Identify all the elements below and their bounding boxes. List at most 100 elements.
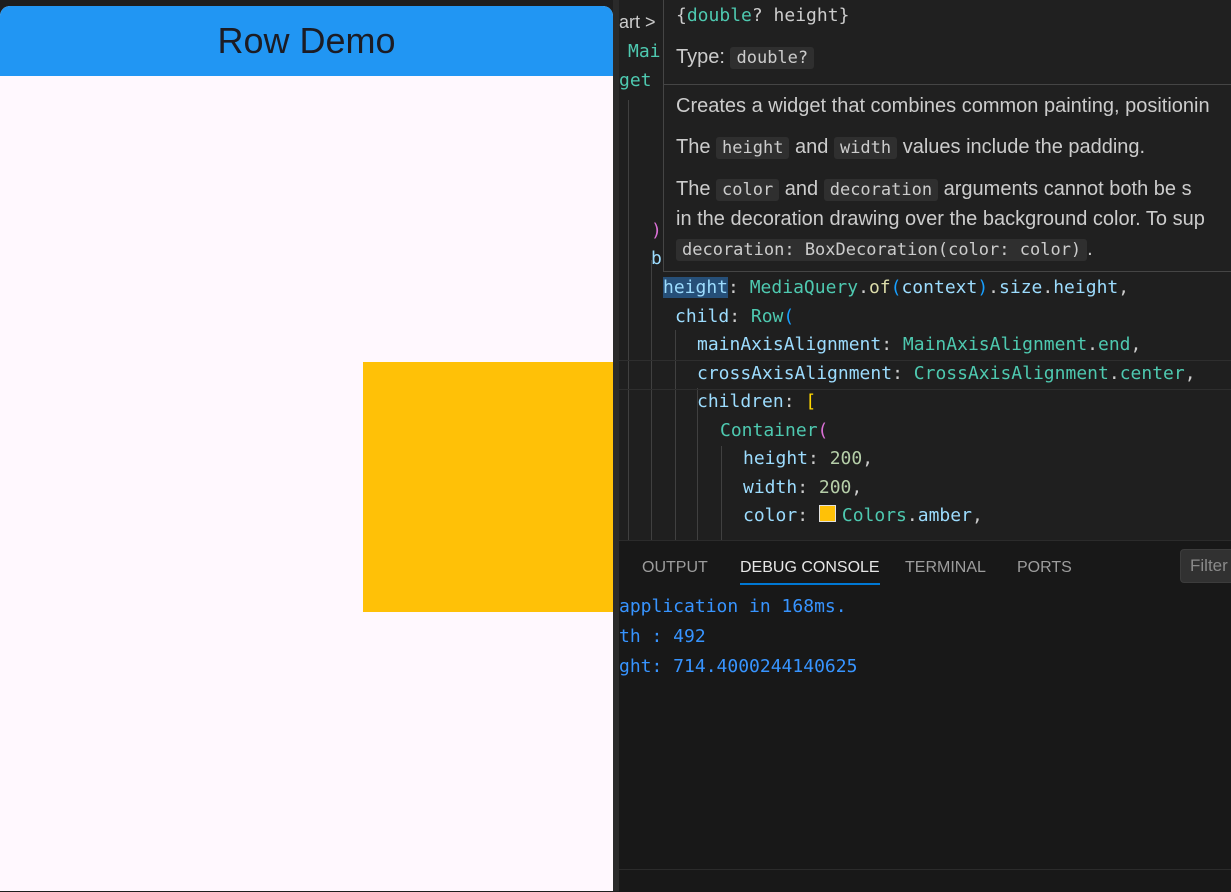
code-token: color — [743, 505, 798, 526]
code-token: ) — [977, 277, 989, 298]
code-token: . — [906, 505, 918, 526]
code-token: , — [1184, 363, 1196, 384]
code-token: MainAxisAlignment — [902, 334, 1088, 355]
bottom-panel: OUTPUT DEBUG CONSOLE TERMINAL PORTS Filt… — [619, 540, 1231, 892]
tab-ports[interactable]: PORTS — [1017, 553, 1072, 583]
hover-desc-4: in the decoration drawing over the backg… — [676, 208, 1205, 230]
hover-desc-2: The height and width values include the … — [676, 132, 1145, 163]
hover-type-line: Type: double? — [676, 42, 815, 73]
desc-code: height — [716, 137, 790, 159]
signature-type: double — [686, 5, 752, 26]
code-token: Row — [750, 306, 784, 327]
console-line: application in 168ms. — [619, 596, 847, 617]
code-token: ( — [817, 420, 829, 441]
code-line-container-color: color: Colors.amber, — [743, 502, 983, 530]
emulator-screen: Row Demo — [0, 6, 613, 891]
code-line-partial: b — [651, 248, 662, 269]
code-line-cross-axis: crossAxisAlignment: CrossAxisAlignment.c… — [697, 360, 1196, 388]
code-line-container-height: height: 200, — [743, 445, 873, 473]
filter-input[interactable]: Filter — [1180, 549, 1231, 583]
code-line-container: Container( — [720, 417, 828, 445]
hover-divider — [664, 84, 1231, 85]
code-token: MediaQuery — [749, 277, 859, 298]
code-token: : — [729, 306, 751, 327]
code-line-partial: ) — [651, 220, 662, 241]
desc-text: The — [676, 136, 711, 158]
code-line-partial: get — [619, 70, 652, 91]
code-token: , — [971, 505, 983, 526]
code-token: ( — [890, 277, 902, 298]
hover-tooltip: {double? height} Type: double? Creates a… — [663, 0, 1231, 272]
code-token: . — [988, 277, 1000, 298]
code-token: of — [868, 277, 891, 298]
breadcrumb[interactable]: art > — [619, 8, 656, 36]
desc-text: and — [784, 178, 819, 200]
code-token: height — [743, 448, 809, 469]
code-token: : — [783, 391, 806, 412]
amber-container — [363, 362, 613, 612]
code-token: mainAxisAlignment — [697, 334, 882, 355]
tab-terminal[interactable]: TERMINAL — [905, 553, 986, 583]
indent-guide — [721, 446, 722, 540]
desc-code: decoration: BoxDecoration(color: color) — [676, 239, 1088, 261]
code-token: size — [999, 277, 1043, 298]
desc-text: arguments cannot both be s — [943, 178, 1192, 200]
desc-text: and — [795, 136, 829, 158]
signature-rest: ? height} — [751, 5, 850, 26]
code-line-container-width: width: 200, — [743, 474, 862, 502]
indent-guide — [651, 260, 652, 540]
code-token: , — [1118, 277, 1130, 298]
code-token: context — [901, 277, 978, 298]
hover-desc-3: The color and decoration arguments canno… — [676, 174, 1192, 205]
code-token: center — [1119, 363, 1185, 384]
code-line-child: child: Row( — [675, 303, 794, 331]
code-token: amber — [917, 505, 972, 526]
tab-output[interactable]: OUTPUT — [642, 553, 708, 583]
code-token: 200 — [829, 448, 863, 469]
code-token: height — [663, 277, 729, 298]
desc-text: . — [1087, 238, 1093, 260]
desc-code: decoration — [823, 179, 939, 201]
hover-desc-1: Creates a widget that combines common pa… — [676, 95, 1210, 117]
panel-divider — [619, 869, 1231, 870]
code-line-height: height: MediaQuery.of(context).size.heig… — [663, 274, 1129, 302]
code-line-partial: Mai — [628, 41, 661, 62]
desc-text: The — [676, 178, 711, 200]
code-token: 200 — [818, 477, 852, 498]
type-label: Type: — [676, 46, 725, 68]
code-line-children: children: [ — [697, 388, 816, 416]
code-token: children — [697, 391, 784, 412]
code-token: , — [862, 448, 874, 469]
tab-debug-console[interactable]: DEBUG CONSOLE — [740, 553, 880, 585]
code-token: . — [1108, 363, 1120, 384]
code-token: width — [743, 477, 798, 498]
code-token: , — [1130, 334, 1142, 355]
code-token: : — [881, 334, 903, 355]
code-token: : — [892, 363, 914, 384]
type-value: double? — [730, 47, 815, 69]
code-token: ( — [783, 306, 795, 327]
code-token: . — [858, 277, 869, 298]
code-token: end — [1098, 334, 1131, 355]
code-token: , — [851, 477, 863, 498]
signature-brace: { — [676, 5, 687, 26]
code-token: [ — [805, 391, 817, 412]
console-line: ght: 714.4000244140625 — [619, 656, 858, 677]
code-token: crossAxisAlignment — [697, 363, 893, 384]
color-swatch-icon[interactable] — [818, 505, 836, 522]
code-token: child — [675, 306, 730, 327]
indent-guide — [628, 100, 629, 540]
code-token: : — [728, 277, 750, 298]
code-line-main-axis: mainAxisAlignment: MainAxisAlignment.end… — [697, 331, 1141, 359]
code-token: . — [1042, 277, 1054, 298]
code-token: Colors — [841, 505, 907, 526]
code-token: CrossAxisAlignment — [913, 363, 1109, 384]
code-token: : — [797, 505, 819, 526]
app-bar-title: Row Demo — [217, 20, 396, 61]
hover-desc-5: decoration: BoxDecoration(color: color). — [676, 234, 1093, 265]
desc-code: color — [716, 179, 780, 201]
code-token: : — [797, 477, 819, 498]
desc-text: values include the padding. — [902, 136, 1146, 158]
code-token: : — [808, 448, 830, 469]
hover-signature: {double? height} — [676, 2, 849, 30]
